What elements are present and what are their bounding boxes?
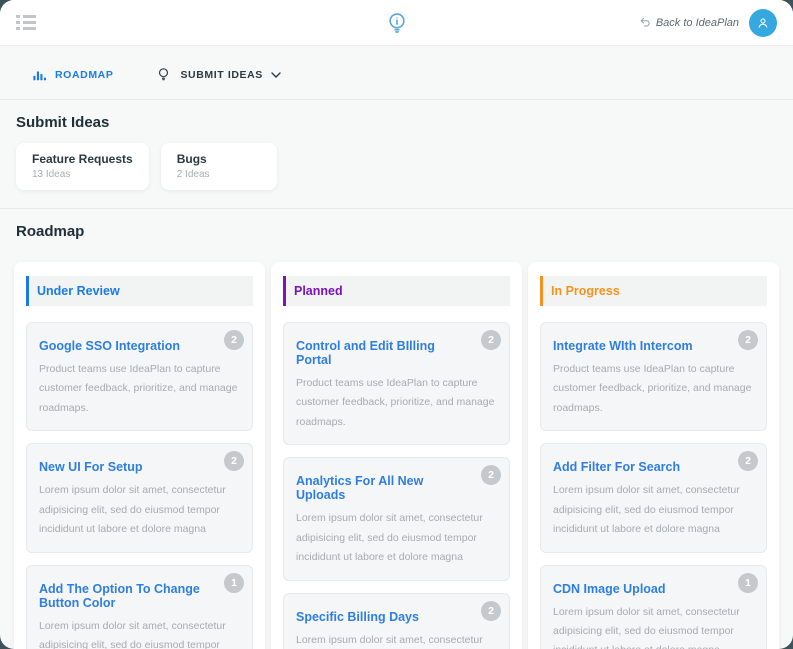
tab-roadmap[interactable]: ROADMAP — [32, 68, 113, 82]
header-right-group: Back to IdeaPlan — [639, 8, 777, 37]
idea-title[interactable]: Control and Edit BIlling Portal — [296, 339, 497, 367]
roadmap-column: Planned 2 Control and Edit BIlling Porta… — [271, 262, 522, 649]
submit-ideas-heading: Submit Ideas — [16, 114, 110, 131]
board-nav: ROADMAP SUBMIT IDEAS — [0, 46, 793, 99]
vote-count-badge[interactable]: 2 — [481, 465, 501, 486]
category-row: Feature Requests 13 Ideas Bugs 2 Ideas — [0, 143, 793, 208]
idea-card[interactable]: 2 Specific Billing Days Lorem ipsum dolo… — [283, 592, 510, 649]
roadmap-board: Under Review 2 Google SSO Integration Pr… — [0, 252, 793, 649]
idea-title[interactable]: Add The Option To Change Button Color — [39, 582, 240, 610]
idea-title[interactable]: Google SSO Integration — [39, 339, 240, 353]
vote-count-badge[interactable]: 2 — [738, 451, 758, 472]
menu-list-row — [16, 27, 36, 30]
category-name: Feature Requests — [32, 152, 133, 166]
vote-count-badge[interactable]: 2 — [224, 330, 244, 350]
submit-category-card[interactable]: Bugs 2 Ideas — [160, 143, 277, 190]
category-count: 2 Ideas — [176, 169, 210, 180]
app-window: Back to IdeaPlan ROADMAP SUBMIT IDEAS Su… — [0, 0, 793, 649]
back-link-label: Back to IdeaPlan — [655, 16, 739, 29]
vote-count-badge[interactable]: 2 — [738, 330, 758, 350]
tab-submit-ideas[interactable]: SUBMIT IDEAS — [155, 66, 281, 83]
idea-title[interactable]: Analytics For All New Uploads — [296, 474, 497, 502]
column-header: Under Review — [26, 276, 253, 306]
vote-count-badge[interactable]: 2 — [224, 451, 244, 472]
user-avatar[interactable] — [749, 8, 777, 37]
back-arrow-icon — [640, 17, 650, 27]
idea-card[interactable]: 2 Analytics For All New Uploads Lorem ip… — [283, 457, 510, 581]
card-list: 2 Control and Edit BIlling Portal Produc… — [283, 322, 510, 649]
idea-description: Product teams use IdeaPlan to capture cu… — [39, 363, 238, 414]
chevron-down-icon — [271, 71, 281, 78]
idea-description: Product teams use IdeaPlan to capture cu… — [296, 377, 495, 428]
tab-submit-ideas-label: SUBMIT IDEAS — [180, 68, 263, 81]
idea-card[interactable]: 2 Integrate WIth Intercom Product teams … — [540, 322, 767, 432]
roadmap-heading: Roadmap — [16, 223, 85, 240]
tab-roadmap-label: ROADMAP — [55, 68, 114, 81]
lightbulb-logo-icon[interactable] — [384, 10, 410, 36]
column-header: In Progress — [540, 276, 767, 306]
card-list: 2 Integrate WIth Intercom Product teams … — [540, 322, 767, 649]
menu-list-row — [16, 21, 36, 24]
bar-chart-icon — [33, 71, 46, 80]
category-name: Bugs — [176, 152, 207, 166]
idea-card[interactable]: 2 New UI For Setup Lorem ipsum dolor sit… — [26, 443, 253, 553]
column-title: In Progress — [551, 284, 620, 298]
roadmap-column: Under Review 2 Google SSO Integration Pr… — [14, 262, 265, 649]
column-title: Planned — [294, 284, 343, 298]
submit-category-card[interactable]: Feature Requests 13 Ideas — [16, 143, 149, 190]
idea-description: Lorem ipsum dolor sit amet, consectetur … — [296, 633, 483, 646]
idea-card[interactable]: 1 Add The Option To Change Button Color … — [26, 564, 253, 649]
vote-count-badge[interactable]: 2 — [481, 600, 501, 621]
idea-card[interactable]: 1 CDN Image Upload Lorem ipsum dolor sit… — [540, 564, 767, 649]
idea-title[interactable]: Specific Billing Days — [296, 610, 497, 624]
idea-card[interactable]: 2 Add Filter For Search Lorem ipsum dolo… — [540, 443, 767, 553]
user-icon — [758, 17, 768, 28]
idea-description: Lorem ipsum dolor sit amet, consectetur … — [296, 512, 483, 564]
menu-list-row — [16, 15, 36, 18]
column-title: Under Review — [37, 284, 120, 298]
idea-title[interactable]: Add Filter For Search — [553, 460, 754, 474]
idea-card[interactable]: 2 Google SSO Integration Product teams u… — [26, 322, 253, 432]
idea-description: Product teams use IdeaPlan to capture cu… — [553, 363, 752, 414]
top-header: Back to IdeaPlan — [0, 0, 793, 46]
idea-description: Lorem ipsum dolor sit amet, consectetur … — [553, 484, 740, 536]
vote-count-badge[interactable]: 1 — [224, 572, 244, 593]
roadmap-column: In Progress 2 Integrate WIth Intercom Pr… — [528, 262, 779, 649]
idea-description: Lorem ipsum dolor sit amet, consectetur … — [553, 605, 740, 649]
lightbulb-icon — [159, 68, 169, 81]
idea-title[interactable]: Integrate WIth Intercom — [553, 339, 754, 353]
idea-description: Lorem ipsum dolor sit amet, consectetur … — [39, 484, 226, 536]
idea-description: Lorem ipsum dolor sit amet, consectetur … — [39, 619, 226, 649]
idea-title[interactable]: CDN Image Upload — [553, 582, 754, 596]
idea-title[interactable]: New UI For Setup — [39, 460, 240, 474]
back-to-ideaplan-link[interactable]: Back to IdeaPlan — [639, 17, 739, 29]
category-count: 13 Ideas — [32, 169, 71, 180]
vote-count-badge[interactable]: 1 — [738, 572, 758, 593]
column-header: Planned — [283, 276, 510, 306]
card-list: 2 Google SSO Integration Product teams u… — [26, 322, 253, 649]
idea-card[interactable]: 2 Control and Edit BIlling Portal Produc… — [283, 322, 510, 446]
menu-list-icon[interactable] — [16, 15, 36, 30]
vote-count-badge[interactable]: 2 — [481, 330, 501, 350]
